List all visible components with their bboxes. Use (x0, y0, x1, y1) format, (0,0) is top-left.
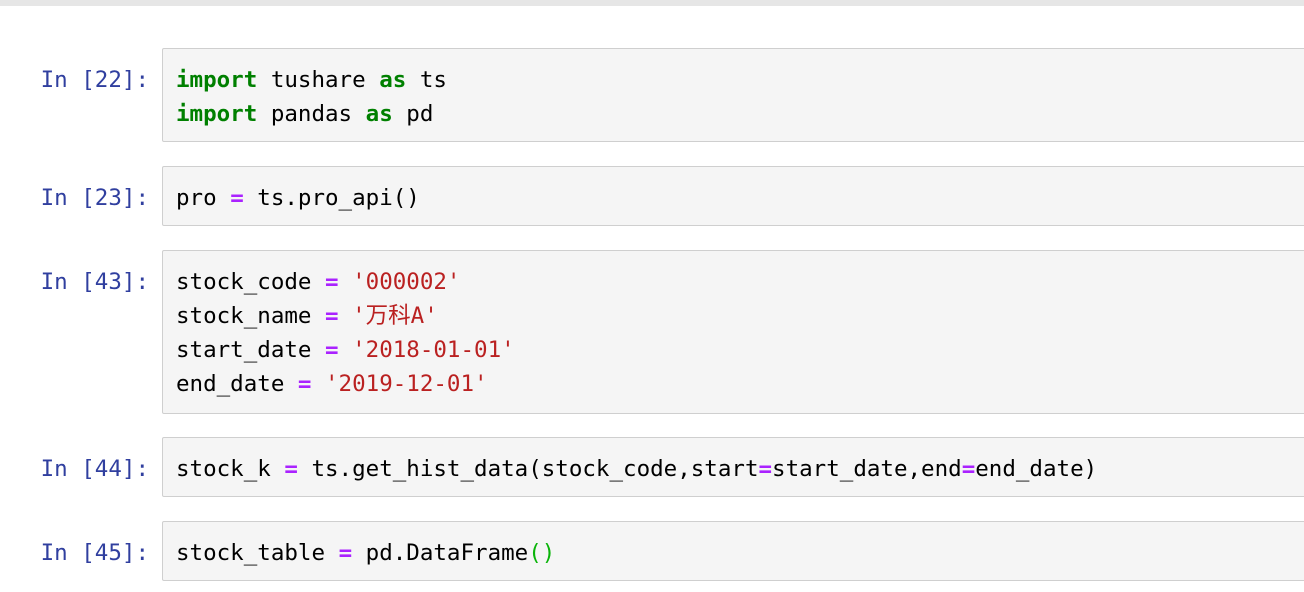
code-cell[interactable]: In [45]: stock_table = pd.DataFrame() (0, 521, 1304, 581)
cell-prompt: In [43]: (40, 269, 149, 295)
code-token: stock_k (176, 456, 285, 482)
cell-prompt: In [22]: (40, 67, 149, 93)
code-token: stock_code (176, 269, 326, 295)
code-line: stock_name = '万科A' (176, 299, 438, 333)
code-token: ts (406, 67, 447, 93)
code-line: stock_k = ts.get_hist_data(stock_code,st… (176, 452, 1097, 486)
operator-token: = (325, 303, 339, 329)
string-token: '万科A' (352, 303, 438, 329)
cell-prompt: In [45]: (40, 540, 149, 566)
keyword-token: as (379, 67, 407, 93)
code-line: end_date = '2019-12-01' (176, 367, 488, 401)
code-line: start_date = '2018-01-01' (176, 333, 515, 367)
keyword-token: as (365, 101, 393, 127)
code-line: stock_code = '000002' (176, 265, 460, 299)
code-token: stock_table (176, 540, 339, 566)
operator-token: = (325, 337, 339, 363)
code-token: pro (176, 185, 231, 211)
code-token: stock_name (176, 303, 326, 329)
cell-prompt: In [44]: (40, 456, 149, 482)
code-token: tushare (257, 67, 380, 93)
code-token: start_date,end (772, 456, 962, 482)
code-cell[interactable]: In [44]: stock_k = ts.get_hist_data(stock… (0, 437, 1304, 497)
code-line: import pandas as pd (176, 97, 433, 131)
code-token: pd.DataFrame (352, 540, 529, 566)
operator-token: = (758, 456, 773, 482)
code-token: ts.pro_api() (243, 185, 420, 211)
keyword-token: import (176, 101, 258, 127)
operator-token: = (961, 456, 976, 482)
code-input-area[interactable]: stock_k = ts.get_hist_data(stock_code,st… (162, 437, 1304, 497)
operator-token: = (230, 185, 244, 211)
bracket-token: () (528, 540, 556, 566)
code-token: end_date) (975, 456, 1098, 482)
code-cell[interactable]: In [43]: stock_code = '000002' stock_name … (0, 250, 1304, 414)
code-cell[interactable]: In [23]: pro = ts.pro_api() (0, 166, 1304, 226)
string-token: '2018-01-01' (352, 337, 515, 363)
code-line: pro = ts.pro_api() (176, 181, 420, 215)
cell-prompt: In [23]: (40, 185, 149, 211)
code-token: ts.get_hist_data(stock_code,start (297, 456, 759, 482)
operator-token: = (284, 456, 298, 482)
code-input-area[interactable]: import tushare as ts import pandas as pd (162, 48, 1304, 142)
keyword-token: import (176, 67, 258, 93)
operator-token: = (338, 540, 353, 566)
code-line: import tushare as ts (176, 63, 447, 97)
operator-token: = (297, 371, 312, 397)
code-cell[interactable]: In [22]: import tushare as ts import panda… (0, 48, 1304, 142)
code-input-area[interactable]: stock_code = '000002' stock_name = '万科A' s… (162, 250, 1304, 414)
code-token: pd (392, 101, 434, 127)
code-line: stock_table = pd.DataFrame() (176, 536, 555, 570)
code-token: start_date (176, 337, 326, 363)
code-token: pandas (257, 101, 366, 127)
operator-token: = (325, 269, 339, 295)
code-token: end_date (176, 371, 298, 397)
code-input-area[interactable]: pro = ts.pro_api() (162, 166, 1304, 226)
string-token: '000002' (352, 269, 461, 295)
string-token: '2019-12-01' (325, 371, 488, 397)
code-input-area[interactable]: stock_table = pd.DataFrame() (162, 521, 1304, 581)
notebook-top-bar (0, 0, 1304, 6)
